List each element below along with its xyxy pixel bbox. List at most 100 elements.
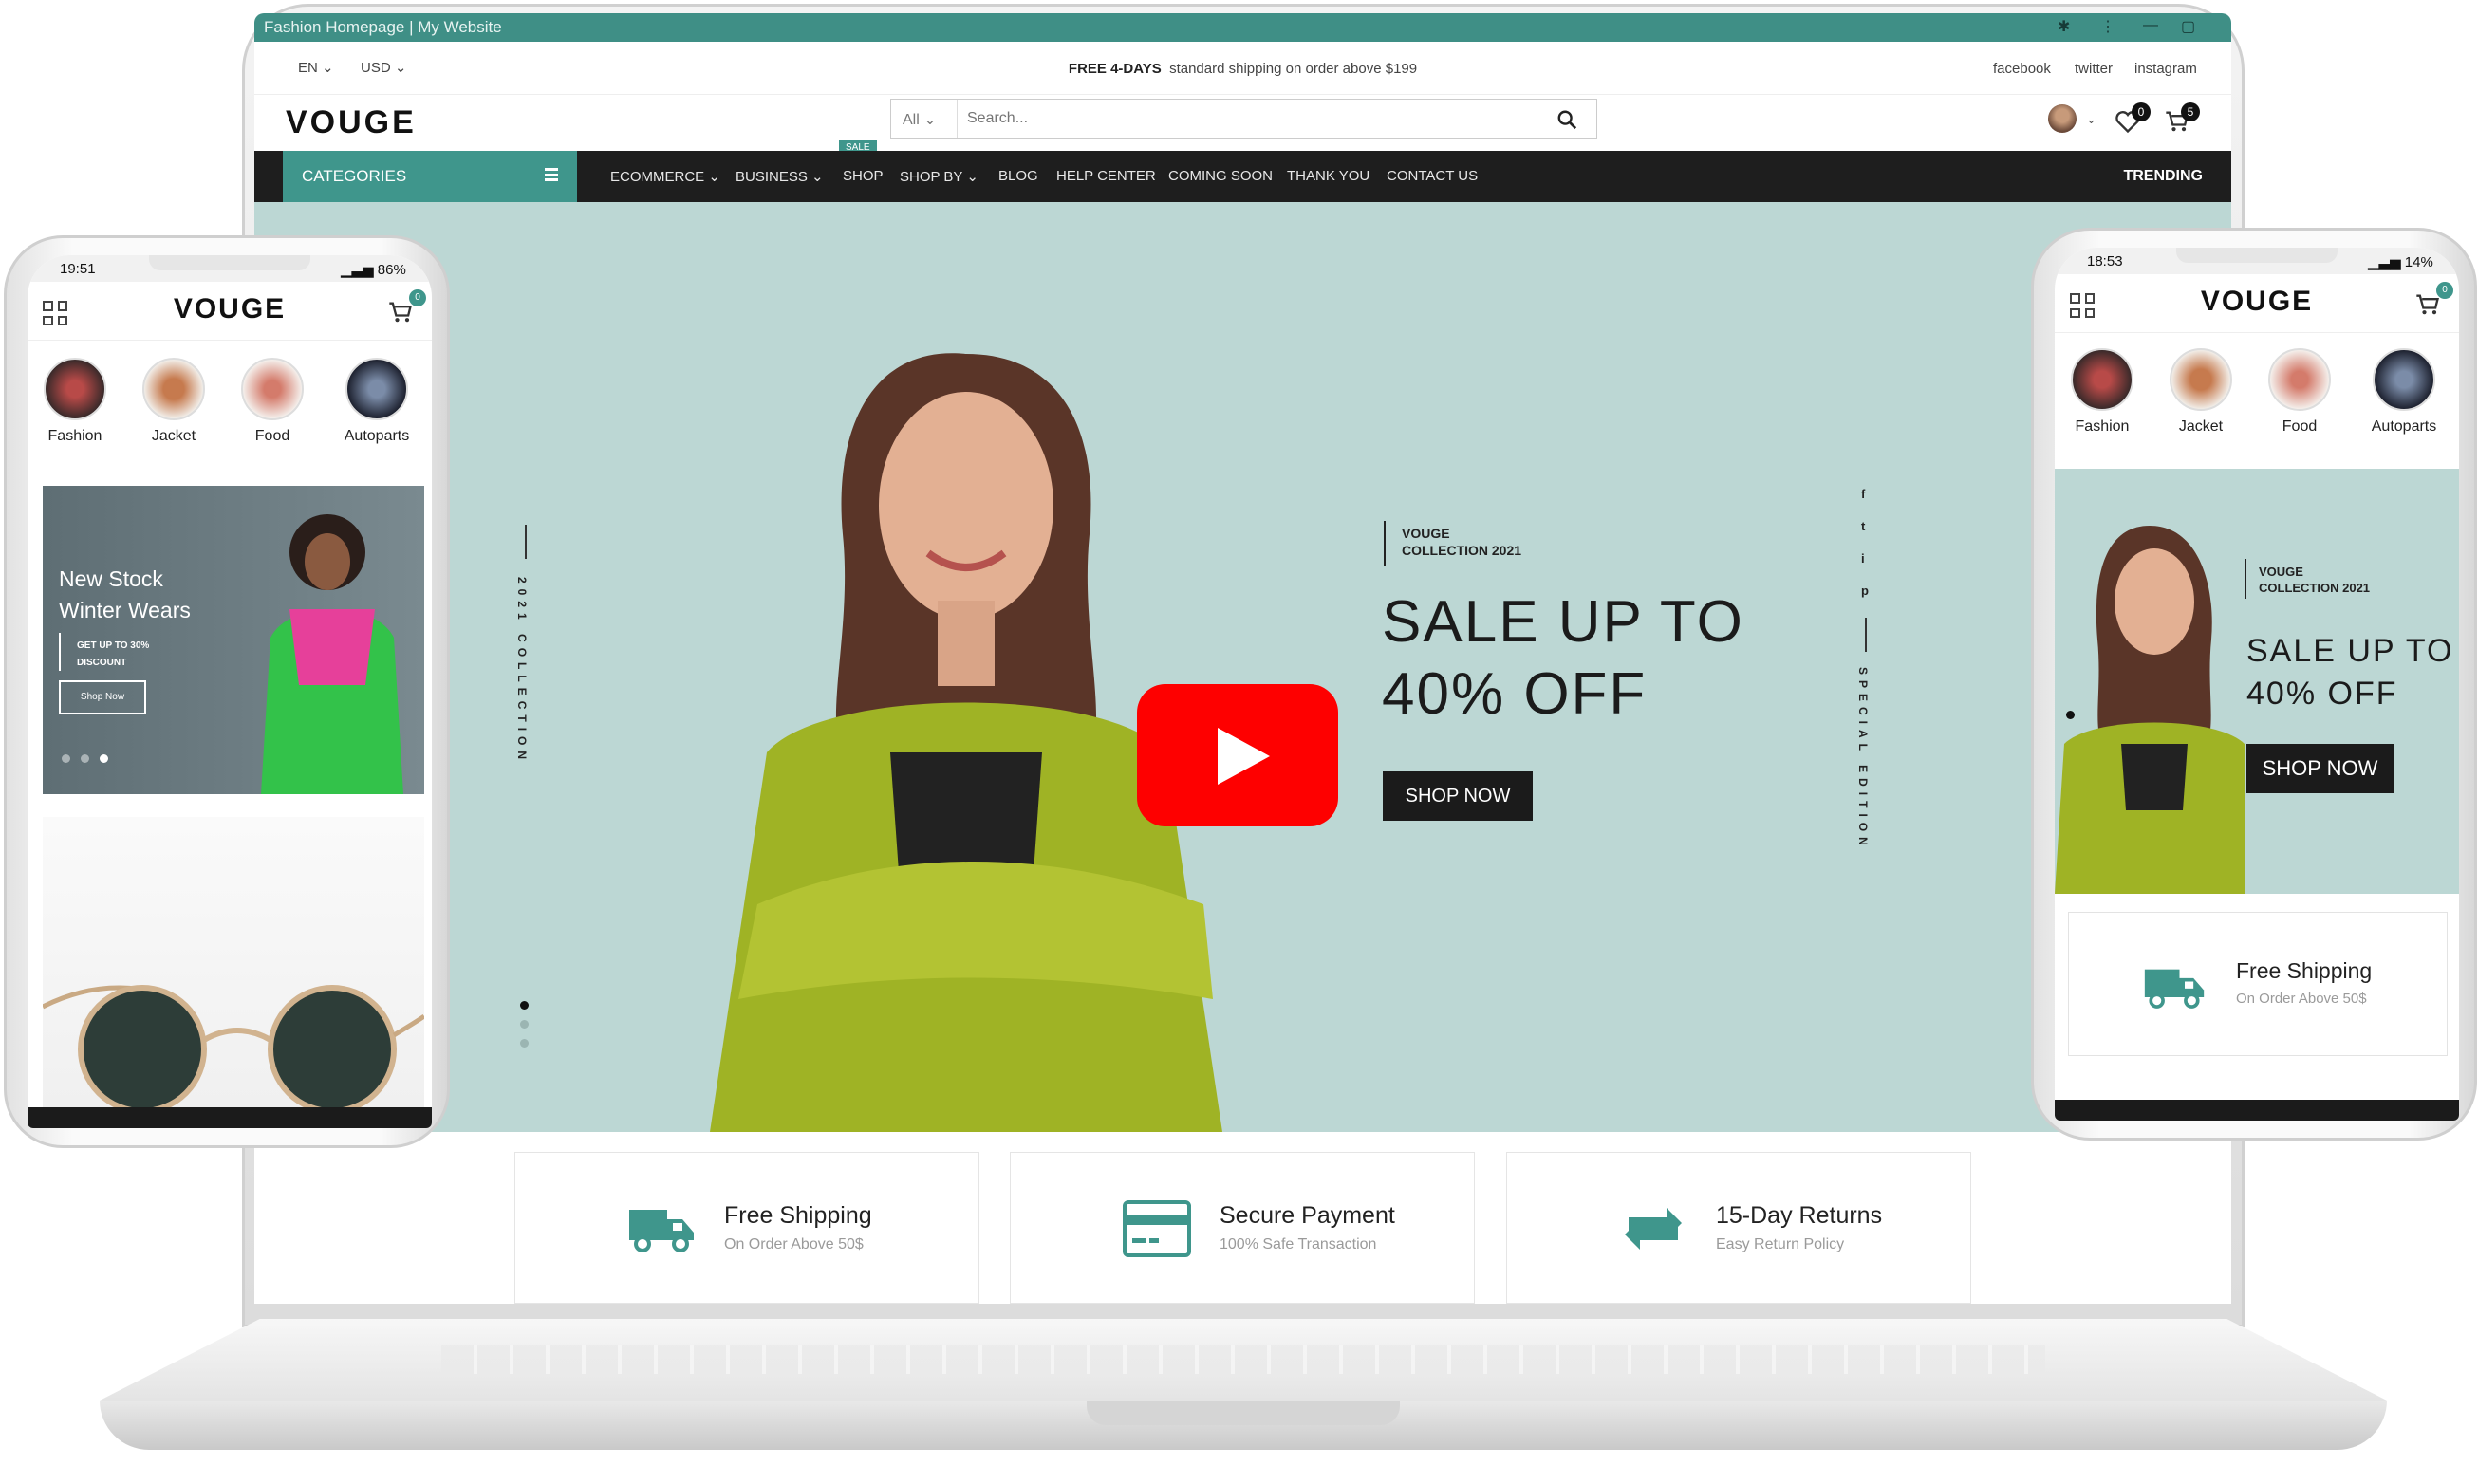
instagram-icon[interactable]: i [1861,551,1865,566]
top-bar: EN ⌄ USD ⌄ FREE 4-DAYS standard shipping… [254,42,2231,95]
nav-item-contact-us[interactable]: CONTACT US [1387,168,1478,184]
banner-subtitle: GET UP TO 30% DISCOUNT [77,640,150,668]
right-phone: 18:53 ▁▃▅ 14% VOUGE 0 Fashion Jacket Foo… [2031,228,2477,1141]
youtube-play-button[interactable] [1137,684,1338,826]
search-category-select[interactable]: All ⌄ [891,100,958,138]
feature-free-shipping: Free Shipping On Order Above 50$ [514,1152,979,1304]
window-title: Fashion Homepage | My Website [264,18,502,36]
mobile-header: VOUGE 0 [2055,274,2459,333]
cart-count: 0 [2436,282,2453,299]
nav-item-shop[interactable]: SHOP [843,168,884,184]
right-phone-screen: 18:53 ▁▃▅ 14% VOUGE 0 Fashion Jacket Foo… [2055,248,2459,1121]
mobile-logo[interactable]: VOUGE [2055,286,2459,318]
android-nav-bar [2055,1100,2459,1121]
mobile-banner: New Stock Winter Wears GET UP TO 30% DISCO… [43,486,424,794]
feature-free-shipping: Free Shipping On Order Above 50$ [2068,912,2448,1056]
facebook-link[interactable]: facebook [1993,61,2051,77]
category-jacket[interactable]: Jacket [126,358,221,445]
status-bar: 19:51 ▁▃▅ 86% [28,255,432,282]
minimize-icon[interactable]: — [2143,17,2158,34]
feature-title: 15-Day Returns [1716,1202,1883,1229]
status-battery: ▁▃▅ 86% [341,262,406,278]
category-fashion[interactable]: Fashion [28,358,122,445]
feature-title: Secure Payment [1220,1202,1395,1229]
left-phone-screen: 19:51 ▁▃▅ 86% VOUGE 0 Fashion Jacket Foo… [28,255,432,1128]
feature-subtitle: 100% Safe Transaction [1220,1236,1377,1252]
slider-dot[interactable] [62,754,70,763]
laptop-base [100,1319,2387,1461]
category-food[interactable]: Food [225,358,320,445]
slider-dot[interactable] [81,754,89,763]
category-fashion[interactable]: Fashion [2055,348,2150,436]
truck-icon [629,1210,694,1252]
nav-item-thank-you[interactable]: THANK YOU [1287,168,1369,184]
main-navigation: CATEGORIES ECOMMERCE ⌄ BUSINESS ⌄ SHOP S… [254,151,2231,202]
mobile-hero-banner: VOUGE COLLECTION 2021 SALE UP TO 40% OFF S… [2055,469,2459,894]
left-phone: 19:51 ▁▃▅ 86% VOUGE 0 Fashion Jacket Foo… [4,235,450,1148]
user-avatar[interactable] [2048,104,2080,137]
twitter-link[interactable]: twitter [2075,61,2113,77]
vertical-collection-text: 2021 COLLECTION [515,577,529,766]
browser-titlebar: Fashion Homepage | My Website ✱ ⋮ — ▢ [254,13,2231,42]
return-icon [1625,1208,1682,1250]
status-battery: ▁▃▅ 14% [2368,254,2433,270]
facebook-icon[interactable]: f [1861,487,1865,501]
cart-count: 5 [2181,102,2200,121]
wishlist-count: 0 [2132,102,2151,121]
menu-icon[interactable]: ⋮ [2100,17,2115,36]
search-input[interactable] [967,105,1527,132]
pinterest-icon[interactable]: p [1861,584,1869,598]
hero-headline: SALE UP TO 40% OFF [2246,633,2454,712]
twitter-icon[interactable]: t [1861,519,1865,533]
slider-dot[interactable] [520,1020,529,1029]
mobile-header: VOUGE 0 [28,282,432,341]
nav-item-coming-soon[interactable]: COMING SOON [1168,168,1273,184]
hero-tagline: VOUGE COLLECTION 2021 [1402,526,1522,558]
feature-title: Free Shipping [2236,958,2373,983]
shop-now-button[interactable]: Shop Now [59,680,146,714]
cart-count: 0 [409,289,426,306]
category-food[interactable]: Food [2252,348,2347,436]
slider-dot-active[interactable] [520,1001,529,1010]
hero-headline: SALE UP TO 40% OFF [1382,589,1744,727]
hero-tagline: VOUGE COLLECTION 2021 [2259,565,2371,595]
laptop-screen: Fashion Homepage | My Website ✱ ⋮ — ▢ EN… [254,13,2231,1304]
feature-title: Free Shipping [724,1202,872,1229]
category-autoparts[interactable]: Autoparts [2357,348,2451,436]
banner-model-image [2055,526,2245,894]
nav-item-blog[interactable]: BLOG [998,168,1038,184]
feature-subtitle: On Order Above 50$ [2236,991,2367,1007]
status-bar: 18:53 ▁▃▅ 14% [2055,248,2459,274]
category-jacket[interactable]: Jacket [2153,348,2248,436]
slider-dot[interactable] [520,1039,529,1048]
restore-icon[interactable]: ▢ [2181,17,2195,36]
slider-dot-active[interactable] [100,754,108,763]
site-logo[interactable]: VOUGE [286,104,417,141]
nav-item-shop-by[interactable]: SHOP BY ⌄ [900,168,978,185]
sunglasses-image [41,817,426,1114]
android-nav-bar [28,1107,432,1128]
status-time: 19:51 [60,261,96,277]
shop-now-button[interactable]: SHOP NOW [2246,744,2394,793]
feature-returns: 15-Day Returns Easy Return Policy [1506,1152,1971,1304]
slider-dot-active[interactable] [2066,711,2075,719]
chevron-down-icon[interactable]: ⌄ [2086,112,2096,127]
cart-icon[interactable]: 5 [2164,102,2200,137]
nav-item-business[interactable]: BUSINESS ⌄ [736,168,824,185]
categories-button[interactable]: CATEGORIES [283,151,577,202]
instagram-link[interactable]: instagram [2134,61,2197,77]
vertical-edition-text: SPECIAL EDITION [1856,667,1870,851]
hero-slider: 2021 COLLECTION VOUGE COLLECTION 2021 SAL… [254,202,2231,1132]
shop-now-button[interactable]: SHOP NOW [1383,771,1533,821]
search-icon[interactable] [1556,109,1577,130]
wishlist-icon[interactable]: 0 [2115,102,2151,137]
feature-subtitle: On Order Above 50$ [724,1236,864,1252]
credit-card-icon [1123,1200,1191,1257]
nav-item-help-center[interactable]: HELP CENTER [1056,168,1156,184]
trending-link[interactable]: TRENDING [2123,168,2203,185]
nav-item-ecommerce[interactable]: ECOMMERCE ⌄ [610,168,720,185]
mobile-logo[interactable]: VOUGE [28,293,432,325]
category-autoparts[interactable]: Autoparts [329,358,424,445]
status-time: 18:53 [2087,253,2123,269]
extensions-icon[interactable]: ✱ [2058,17,2070,36]
